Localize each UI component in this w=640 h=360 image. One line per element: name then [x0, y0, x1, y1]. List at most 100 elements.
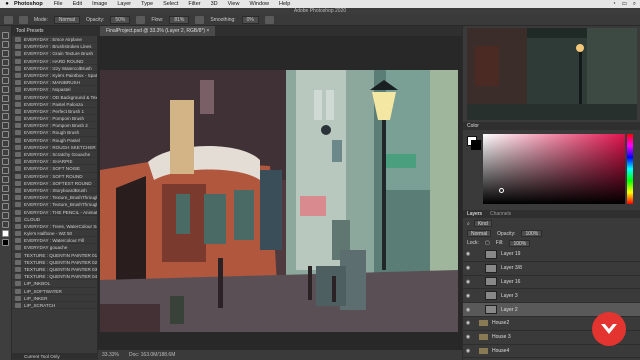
preset-item[interactable]: TEXTURE : QUENTIN PAINTER 02: [12, 259, 97, 266]
stamp-tool-icon[interactable]: [2, 113, 9, 120]
gear-icon[interactable]: [264, 15, 274, 24]
crop-tool-icon[interactable]: [2, 68, 9, 75]
layer-row[interactable]: ◉ Layer 16: [463, 276, 640, 290]
quick-select-tool-icon[interactable]: [2, 59, 9, 66]
visibility-eye-icon[interactable]: ◉: [463, 265, 473, 271]
color-panel-header[interactable]: Color: [463, 122, 640, 130]
gradient-tool-icon[interactable]: [2, 140, 9, 147]
menu-filter[interactable]: Filter: [183, 1, 205, 7]
menu-image[interactable]: Image: [87, 1, 112, 7]
preset-item[interactable]: EVERYDAY : SOFT NOISE: [12, 165, 97, 173]
layer-row[interactable]: ◉ Layer 3/8: [463, 262, 640, 276]
layer-row[interactable]: ◉ Layer 19: [463, 248, 640, 262]
visibility-eye-icon[interactable]: ◉: [463, 293, 473, 299]
wifi-icon[interactable]: ◔: [612, 1, 615, 8]
current-tool-only-checkbox[interactable]: Current Tool Only: [12, 352, 98, 360]
preset-item[interactable]: EVERYDAY : Rough Brush: [12, 129, 97, 137]
pressure-opacity-icon[interactable]: [136, 15, 146, 24]
shape-tool-icon[interactable]: [2, 194, 9, 201]
preset-item[interactable]: EVERYDAY : Texture_BrushThrough: [12, 194, 97, 202]
foreground-color-swatch[interactable]: [2, 230, 9, 237]
preset-item[interactable]: EVERYDAY : Pompom Brush 2: [12, 122, 97, 130]
artwork-canvas[interactable]: [100, 70, 458, 332]
preset-item[interactable]: EVERYDAY : Perfect Brush 1: [12, 108, 97, 116]
preset-item[interactable]: TEXTURE : QUENTIN PAINTER 03: [12, 266, 97, 274]
hand-tool-icon[interactable]: [2, 203, 9, 210]
preset-item[interactable]: CLOUD: [12, 216, 97, 223]
opacity-field[interactable]: 50%: [110, 15, 131, 24]
mode-select[interactable]: Normal: [53, 15, 81, 24]
visibility-eye-icon[interactable]: ◉: [463, 348, 473, 354]
preset-item[interactable]: EVERYDAY : Pompom Brush: [12, 115, 97, 123]
zoom-tool-icon[interactable]: [2, 212, 9, 219]
menu-view[interactable]: View: [223, 1, 245, 7]
color-picker-cursor[interactable]: [499, 188, 504, 193]
kind-filter-select[interactable]: Kind: [473, 220, 492, 227]
type-tool-icon[interactable]: [2, 176, 9, 183]
preset-item[interactable]: EVERYDAY : Ersce Airplane: [12, 36, 97, 44]
layer-fill-field[interactable]: 100%: [509, 239, 531, 247]
preset-item[interactable]: LIP_INKER: [12, 295, 97, 302]
search-icon[interactable]: ⌕: [633, 1, 636, 8]
eyedropper-tool-icon[interactable]: [2, 86, 9, 93]
preset-item[interactable]: EVERYDAY : HARD ROUND: [12, 58, 97, 65]
zoom-level[interactable]: 33.33%: [102, 350, 119, 360]
background-color-swatch[interactable]: [2, 239, 9, 246]
healing-tool-icon[interactable]: [2, 95, 9, 102]
document-tab[interactable]: FinalProject.psd @ 33.3% (Layer 2, RGB/8…: [100, 26, 216, 36]
history-brush-icon[interactable]: [2, 122, 9, 129]
menu-window[interactable]: Window: [244, 1, 274, 7]
preset-item[interactable]: EVERYDAY : SOFT ROUND: [12, 173, 97, 180]
preset-item[interactable]: EVERYDAY : Rough Pastel: [12, 137, 97, 144]
preset-item[interactable]: EVERYDAY : Grain Texture Brush: [12, 50, 97, 58]
hue-slider[interactable]: [627, 134, 633, 204]
preset-item[interactable]: EVERYDAY : ROUGH SKETCHER: [12, 144, 97, 151]
preset-item[interactable]: TEXTURE : QUENTIN PAINTER 04: [12, 273, 97, 281]
preset-item[interactable]: EVERYDAY : Scratchy Gouache: [12, 151, 97, 159]
preset-item[interactable]: LIP_SOFTWATER: [12, 288, 97, 295]
preset-item[interactable]: EVERYDAY : Pastel Palooza: [12, 101, 97, 108]
menu-3d[interactable]: 3D: [206, 1, 223, 7]
preset-item[interactable]: EVERYDAY : StoryboardBrush: [12, 187, 97, 195]
preset-item[interactable]: EVERYDAY : THE PENCIL - Animat...: [12, 209, 97, 216]
visibility-eye-icon[interactable]: ◉: [463, 334, 473, 340]
path-select-tool-icon[interactable]: [2, 185, 9, 192]
layer-row[interactable]: ◉ Layer 3: [463, 289, 640, 304]
preset-item[interactable]: EVERYDAY : Watercolour Fill: [12, 237, 97, 245]
dodge-tool-icon[interactable]: [2, 158, 9, 165]
saturation-brightness-field[interactable]: [483, 134, 625, 204]
airbrush-icon[interactable]: [195, 15, 205, 24]
preset-item[interactable]: LIP_INKBOL: [12, 280, 97, 288]
preset-item[interactable]: LIP_SCRATCH: [12, 302, 97, 310]
pen-tool-icon[interactable]: [2, 167, 9, 174]
blur-tool-icon[interactable]: [2, 149, 9, 156]
preset-item[interactable]: EVERYDAY : Texture_BrushThrough...: [12, 201, 97, 209]
frame-tool-icon[interactable]: [2, 77, 9, 84]
visibility-eye-icon[interactable]: ◉: [463, 320, 473, 326]
layer-opacity-field[interactable]: 100%: [521, 230, 543, 237]
visibility-eye-icon[interactable]: ◉: [463, 307, 473, 313]
background-swatch[interactable]: [471, 140, 481, 150]
brush-tool-icon[interactable]: [2, 104, 9, 111]
preset-item[interactable]: EVERYDAY : OD Background & Text...: [12, 94, 97, 101]
navigator-preview[interactable]: [467, 28, 637, 120]
battery-icon[interactable]: ▭: [622, 1, 627, 8]
menu-help[interactable]: Help: [274, 1, 295, 7]
menu-app-name[interactable]: Photoshop: [14, 1, 49, 7]
flow-field[interactable]: 81%: [169, 15, 190, 24]
preset-item[interactable]: EVERYDAY : Nopastel: [12, 86, 97, 94]
canvas-area[interactable]: [98, 36, 462, 350]
preset-item[interactable]: EVERYDAY gouache: [12, 244, 97, 252]
preset-item[interactable]: EVERYDAY : Izzy WatercolBrush: [12, 65, 97, 72]
home-icon[interactable]: [4, 15, 13, 24]
tool-presets-tab[interactable]: Tool Presets: [12, 26, 97, 36]
tab-channels[interactable]: Channels: [490, 210, 511, 218]
brush-tool-icon[interactable]: [19, 15, 28, 24]
apple-icon[interactable]: ●: [0, 1, 14, 7]
preset-item[interactable]: EVERYDAY : SHARPIE: [12, 158, 97, 166]
blend-mode-select[interactable]: Normal: [467, 230, 492, 237]
preset-item[interactable]: Kyle's Halftone - WZ 50: [12, 230, 97, 238]
eraser-tool-icon[interactable]: [2, 131, 9, 138]
more-tools-icon[interactable]: [2, 221, 9, 228]
move-tool-icon[interactable]: [2, 32, 9, 39]
